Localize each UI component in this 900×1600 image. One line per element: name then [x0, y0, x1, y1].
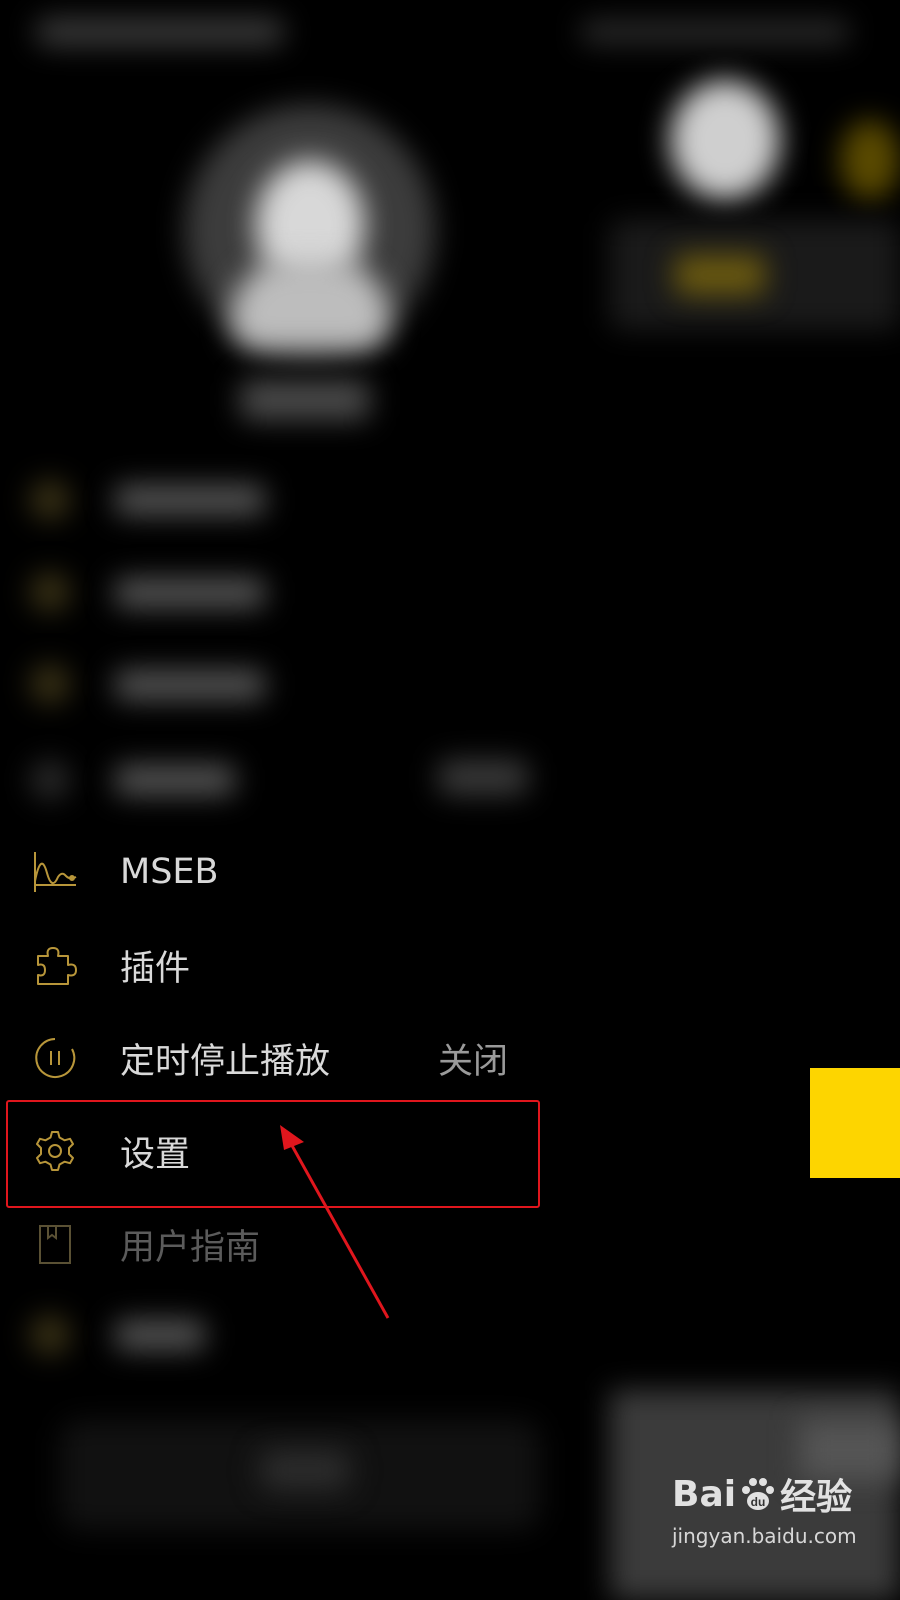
- right-panel-card-tag: [675, 255, 765, 295]
- menu-item-label: 用户指南: [120, 1227, 261, 1268]
- blurred-menu-icon: [30, 572, 70, 612]
- svg-text:du: du: [751, 1495, 766, 1509]
- blurred-menu-label: [115, 578, 265, 608]
- annotation-arrow: [280, 1125, 390, 1319]
- sleep-timer-status: 关闭: [438, 1041, 509, 1082]
- blurred-menu-label: [115, 485, 265, 515]
- timer-icon: [32, 1035, 78, 1081]
- username-placeholder: [240, 380, 370, 420]
- blurred-menu-icon: [30, 760, 70, 800]
- blurred-menu-icon: [30, 480, 70, 520]
- menu-item-sleep-timer[interactable]: 定时停止播放 关闭: [0, 1018, 560, 1098]
- book-icon: [32, 1221, 78, 1267]
- avatar-body: [230, 260, 390, 350]
- bottom-bar-pill: [260, 1450, 350, 1490]
- menu-item-label: 定时停止播放: [120, 1041, 331, 1082]
- blurred-menu-value: [438, 760, 528, 795]
- status-bar-right: [580, 20, 850, 44]
- status-bar-left: [35, 18, 285, 46]
- blurred-menu-icon: [30, 664, 70, 704]
- paw-icon: du: [738, 1474, 778, 1514]
- menu-item-mseb[interactable]: MSEB: [0, 832, 560, 912]
- menu-item-plugins[interactable]: 插件: [0, 925, 560, 1005]
- menu-item-label: 插件: [120, 948, 191, 989]
- blurred-menu-label: [115, 670, 265, 700]
- blurred-menu-icon: [30, 1315, 70, 1355]
- floating-yellow-tab[interactable]: [810, 1068, 900, 1178]
- right-panel-badge: [840, 120, 900, 200]
- blurred-menu-label: [115, 1320, 205, 1350]
- watermark-brand: Bai: [672, 1473, 737, 1515]
- blurred-menu-label: [115, 765, 235, 795]
- baidu-watermark: Bai du 经验 jingyan.baidu.com: [672, 1468, 882, 1549]
- watermark-brand-suffix: 经验: [780, 1477, 853, 1518]
- waveform-icon: [32, 849, 78, 895]
- right-panel-avatar: [670, 80, 780, 200]
- puzzle-icon: [32, 942, 78, 988]
- menu-item-label: MSEB: [120, 852, 219, 892]
- watermark-url: jingyan.baidu.com: [672, 1524, 857, 1548]
